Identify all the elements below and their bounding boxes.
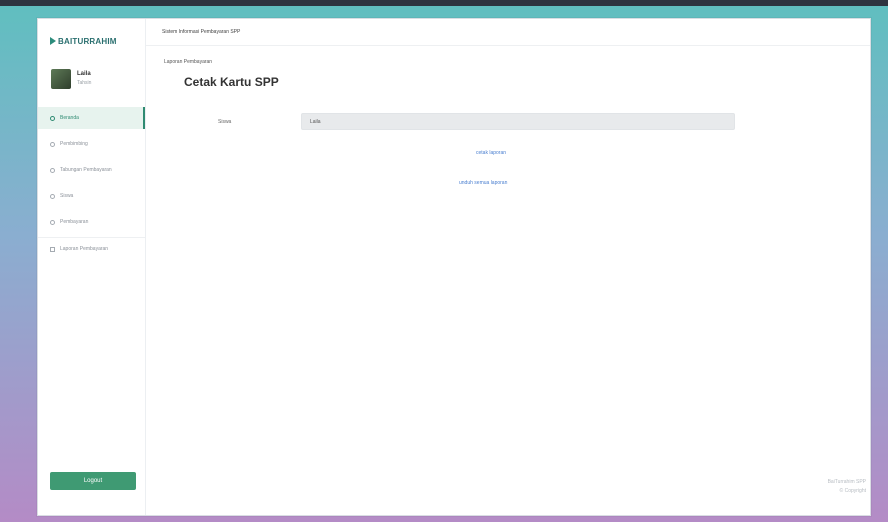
app-window: BAITURRAHIM Laila Tahsin Beranda Pembimb… (37, 18, 871, 516)
wallet-icon (50, 167, 55, 173)
sidebar-item-label: Laporan Pembayaran (60, 246, 109, 252)
sidebar-item-pembayaran[interactable]: Pembayaran (38, 211, 145, 233)
print-report-link[interactable]: cetak laporan (476, 150, 506, 156)
sidebar-item-label: Tabungan Pembayaran (60, 167, 112, 173)
sidebar-item-label: Beranda (60, 115, 79, 121)
sidebar-item-beranda[interactable]: Beranda (38, 107, 145, 129)
siswa-input[interactable] (301, 113, 735, 130)
sidebar-item-laporan[interactable]: Laporan Pembayaran (38, 237, 145, 260)
sidebar-item-label: Pembimbing (60, 141, 88, 147)
sidebar-item-pembimbing[interactable]: Pembimbing (38, 133, 145, 155)
footer-line-1: BaiTurrahim SPP (827, 479, 866, 485)
top-bar (0, 0, 888, 6)
footer-line-2: © Copyright (839, 488, 866, 494)
footer: BaiTurrahim SPP © Copyright (828, 478, 866, 496)
sidebar-item-siswa[interactable]: Siswa (38, 185, 145, 207)
receipt-icon (50, 219, 55, 225)
sidebar-item-tabungan[interactable]: Tabungan Pembayaran (38, 159, 145, 181)
profile-role: Tahsin (77, 80, 92, 86)
sidebar-item-label: Pembayaran (60, 219, 89, 225)
brand-name: BAITURRAHIM (58, 36, 117, 46)
brand-logo[interactable]: BAITURRAHIM (50, 35, 117, 47)
download-all-reports-link[interactable]: unduh semua laporan (459, 180, 507, 186)
profile-name: Laila (77, 71, 91, 77)
logout-button[interactable]: Logout (50, 472, 136, 490)
app-title: Sistem Informasi Pembayaran SPP (162, 29, 241, 35)
users-icon (50, 193, 55, 199)
report-icon (50, 246, 55, 252)
home-icon (50, 115, 55, 121)
brand-mark-icon (50, 37, 56, 45)
main-content: Sistem Informasi Pembayaran SPP Laporan … (146, 19, 870, 515)
avatar (51, 69, 71, 89)
breadcrumb: Laporan Pembayaran (164, 59, 213, 65)
user-icon (50, 141, 55, 147)
header-divider (146, 45, 870, 46)
sidebar: BAITURRAHIM Laila Tahsin Beranda Pembimb… (38, 19, 146, 515)
user-profile: Laila Tahsin (51, 69, 91, 89)
page-title: Cetak Kartu SPP (184, 75, 279, 89)
sidebar-item-label: Siswa (60, 193, 74, 199)
siswa-label: Siswa (218, 119, 232, 125)
sidebar-menu: Beranda Pembimbing Tabungan Pembayaran S… (38, 103, 145, 264)
